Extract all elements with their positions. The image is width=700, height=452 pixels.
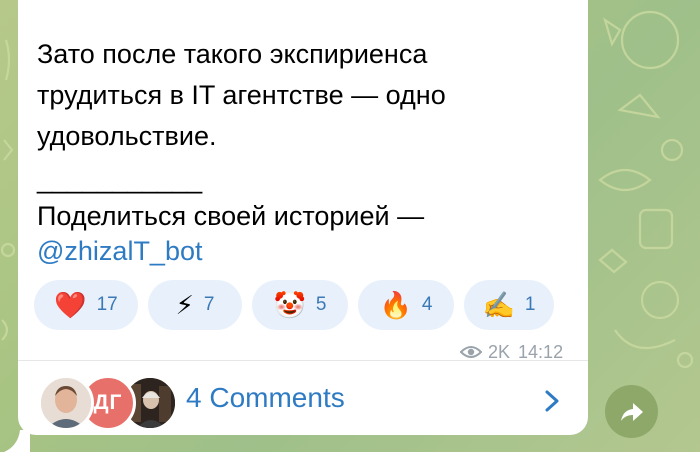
reaction-clown[interactable]: 🤡 5 (252, 280, 348, 330)
chevron-right-icon (545, 390, 559, 412)
reaction-count: 4 (421, 294, 433, 315)
forward-button[interactable] (605, 385, 658, 438)
forward-arrow-icon (620, 402, 643, 421)
reaction-fire[interactable]: 🔥 4 (358, 280, 454, 330)
heart-icon: ❤️ (54, 290, 87, 320)
reaction-count: 5 (315, 294, 327, 315)
reaction-lightning[interactable]: ⚡ 7 (148, 280, 242, 330)
comments-label: 4 Comments (186, 382, 345, 413)
bot-link[interactable]: @zhizalT_bot (37, 231, 202, 272)
avatar-initials: ДГ (93, 391, 123, 414)
eye-icon (460, 346, 482, 358)
fire-icon: 🔥 (379, 290, 412, 320)
clown-icon: 🤡 (273, 290, 306, 320)
reaction-count: 7 (203, 294, 215, 315)
reaction-count: 17 (96, 294, 118, 315)
writing-hand-icon: ✍️ (482, 290, 515, 320)
lightning-icon: ⚡ (175, 290, 194, 320)
text-divider: ___________ (37, 164, 203, 194)
comments-button[interactable]: ДГ 4 Comments (18, 361, 588, 441)
avatar (38, 375, 94, 431)
message-text: Зато после такого экспириенса трудиться … (37, 39, 446, 151)
reaction-count: 1 (524, 294, 536, 315)
reaction-writing-hand[interactable]: ✍️ 1 (464, 280, 554, 330)
reaction-heart[interactable]: ❤️ 17 (34, 280, 138, 330)
